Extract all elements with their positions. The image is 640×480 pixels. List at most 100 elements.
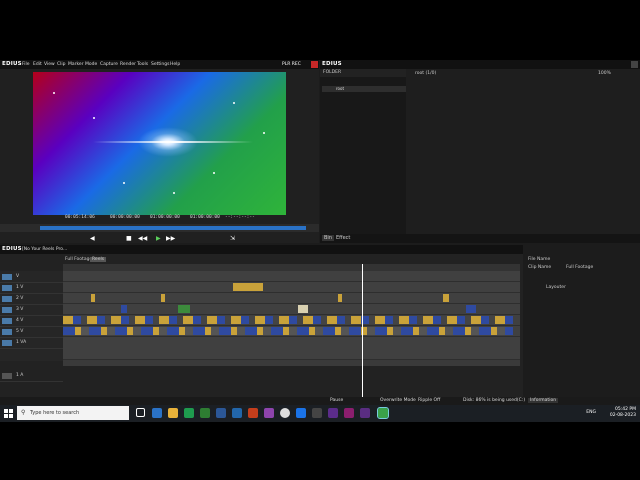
star (263, 132, 265, 134)
menu-marker[interactable]: Marker (68, 62, 84, 67)
track-row (63, 271, 520, 282)
bin-tabs: Bin Effect (320, 234, 640, 243)
tab-reels[interactable]: Reels (90, 257, 107, 262)
menu-help[interactable]: Help (170, 62, 180, 67)
transport-controls: ◀ ■ ◀◀ ▶ ▶▶ ⇲ (90, 234, 250, 242)
search-icon: ⚲ (21, 409, 26, 416)
player-titlebar: EDIUS File Edit View Clip Marker Mode Ca… (0, 60, 319, 69)
timecode-duration: 01:00:00:00 (190, 215, 220, 220)
star (173, 192, 175, 194)
clip[interactable] (338, 294, 342, 302)
light-streak (93, 141, 253, 143)
powerpoint-icon[interactable] (248, 408, 258, 418)
preview-viewer (33, 72, 286, 215)
photos-icon[interactable] (232, 408, 242, 418)
clip[interactable] (298, 305, 308, 313)
timecode-current: 00:05:14:06 (65, 215, 95, 220)
close-icon[interactable] (631, 61, 638, 68)
edius-taskbar-icon[interactable] (377, 407, 389, 419)
menu-view[interactable]: View (44, 62, 55, 67)
overwrite-mode: Overwrite Mode (380, 398, 416, 403)
file-explorer-icon[interactable] (168, 408, 178, 418)
edge-icon[interactable] (152, 408, 162, 418)
root-path: root (1/0) (415, 71, 437, 76)
timecode-out: 01:00:00:00 (150, 215, 180, 220)
app-icon[interactable] (344, 408, 354, 418)
track-row (63, 304, 520, 315)
menu-clip[interactable]: Clip (57, 62, 66, 67)
star (53, 92, 55, 94)
app-logo: EDIUS (2, 61, 22, 67)
menu-file[interactable]: File (22, 62, 30, 67)
excel-icon[interactable] (184, 408, 194, 418)
tab-bin[interactable]: Bin (322, 235, 334, 241)
menu-render[interactable]: Render (120, 62, 136, 67)
tab-full-footage[interactable]: Full Footage (65, 257, 92, 262)
track-headers: V 1 V 2 V 3 V 4 V 5 V 1 VA 1 A (0, 271, 63, 382)
tab-information[interactable]: Information (528, 398, 559, 403)
clip[interactable] (233, 283, 263, 291)
plr-rec-mode[interactable]: PLR REC (282, 62, 301, 67)
app-icon[interactable] (296, 408, 306, 418)
bin-window: EDIUS FOLDER root root (1/0) 100% Bin Ef… (320, 60, 640, 243)
chrome-icon[interactable] (280, 408, 290, 418)
clip[interactable] (91, 294, 95, 302)
next-icon[interactable]: ▶▶ (166, 235, 175, 242)
export-icon[interactable]: ⇲ (230, 235, 235, 242)
rewind-icon[interactable]: ◀ (90, 235, 95, 242)
time-ruler[interactable] (63, 264, 520, 271)
bin-logo: EDIUS (322, 61, 342, 67)
track-row (63, 315, 520, 326)
stop-icon[interactable]: ■ (126, 235, 132, 242)
timeline-area[interactable] (63, 271, 520, 366)
folder-root[interactable]: root (322, 86, 406, 92)
folder-root-label: root (336, 86, 345, 91)
menu-mode[interactable]: Mode (85, 62, 97, 67)
clip[interactable] (121, 305, 127, 313)
clip[interactable] (443, 294, 449, 302)
app-icon[interactable] (200, 408, 210, 418)
menu-capture[interactable]: Capture (100, 62, 118, 67)
clip[interactable] (161, 294, 165, 302)
track-row (63, 282, 520, 293)
ripple-mode: Ripple Off (418, 398, 441, 403)
premiere-icon[interactable] (328, 408, 338, 418)
clip-name-value: Full Footage (566, 265, 594, 270)
clip[interactable] (466, 305, 476, 313)
player-window: EDIUS File Edit View Clip Marker Mode Ca… (0, 60, 319, 243)
language-indicator[interactable]: ENG (586, 410, 596, 416)
word-icon[interactable] (216, 408, 226, 418)
menu-edit[interactable]: Edit (33, 62, 42, 67)
tab-effect[interactable]: Effect (336, 235, 350, 241)
search-placeholder: Type here to search (30, 410, 80, 416)
app-icon[interactable] (360, 408, 370, 418)
menu-tools[interactable]: Tools (137, 62, 148, 67)
timeline-window: EDIUS [No Your Reels Pro... Full Footage… (0, 245, 523, 416)
windows-start-icon[interactable] (4, 409, 13, 418)
clip[interactable] (178, 305, 190, 313)
timeline-titlebar: EDIUS [No Your Reels Pro... (0, 245, 523, 254)
app-icon[interactable] (264, 408, 274, 418)
playhead[interactable] (362, 264, 363, 404)
star (233, 102, 235, 104)
file-name-label: File Name (528, 257, 551, 262)
taskbar-search-box[interactable]: ⚲ Type here to search (17, 406, 129, 420)
prev-icon[interactable]: ◀◀ (138, 235, 147, 242)
task-view-icon[interactable] (136, 408, 145, 417)
scrub-bar[interactable] (40, 226, 306, 230)
app-icon[interactable] (312, 408, 322, 418)
timeline-logo: EDIUS (2, 246, 22, 252)
menu-settings[interactable]: Settings (151, 62, 169, 67)
clip-strip[interactable] (63, 327, 513, 335)
system-tray[interactable]: ENG 05:42 PM 02-08-2023 (586, 407, 636, 419)
close-icon[interactable] (311, 61, 318, 68)
layouter-label[interactable]: Layouter (546, 285, 566, 290)
track-header[interactable]: 1 VA (0, 337, 63, 349)
track-header[interactable]: 1 A (0, 370, 63, 382)
play-icon[interactable]: ▶ (156, 235, 161, 242)
star (93, 117, 95, 119)
player-scrubber[interactable] (0, 224, 319, 232)
clip-name-label: Clip Name (528, 265, 552, 270)
clip-strip[interactable] (63, 316, 513, 324)
clock-date[interactable]: 02-08-2023 (610, 413, 636, 419)
